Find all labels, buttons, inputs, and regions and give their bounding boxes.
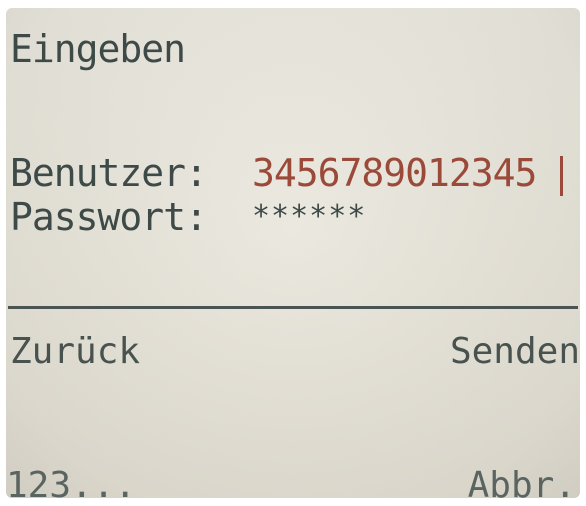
cancel-button[interactable]: Abbr. [468,468,576,499]
softkey-divider [8,306,578,309]
password-label: Passwort: [10,195,208,239]
back-button[interactable]: Zurück [10,334,140,370]
send-button[interactable]: Senden [450,334,580,370]
lcd-backlight [6,8,580,498]
lcd-screen: Eingeben Benutzer: 3456789012345 Passwor… [6,8,580,498]
screen-title: Eingeben [10,27,186,71]
user-label: Benutzer: [10,151,208,195]
text-cursor [560,156,563,196]
user-input[interactable]: 3456789012345 [252,154,537,192]
input-mode-indicator[interactable]: 123... [6,468,136,499]
password-input[interactable]: ****** [252,202,366,232]
